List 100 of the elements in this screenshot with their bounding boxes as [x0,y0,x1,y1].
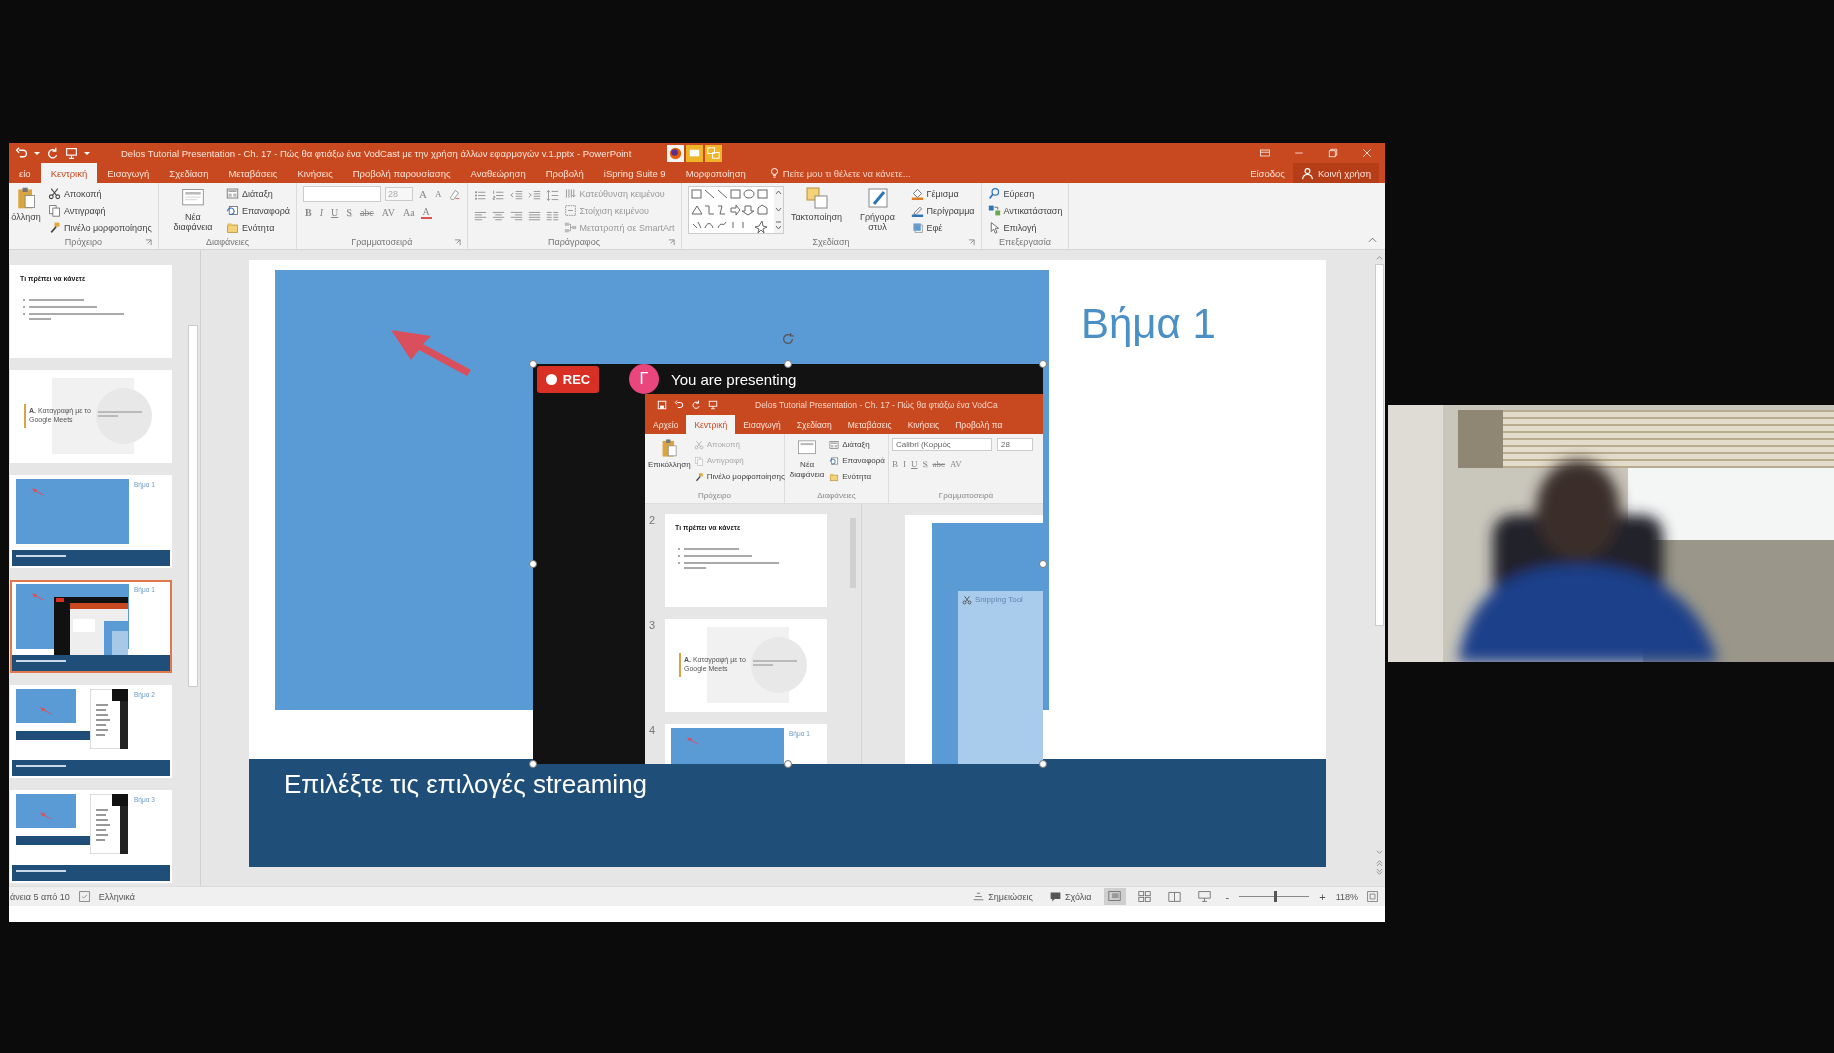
format-button[interactable]: S [344,207,354,218]
tell-me-field[interactable]: Πείτε μου τι θέλετε να κάνετε... [782,167,963,179]
ribbon-tab[interactable]: Αναθεώρηση [460,163,536,183]
caret-icon[interactable] [84,151,90,155]
indent-more-icon[interactable] [527,189,541,202]
ribbon-button[interactable]: Περίγραμμα [910,203,975,218]
next-slide-icon[interactable] [1374,869,1384,876]
zoom-out-button[interactable]: - [1223,890,1232,903]
ribbon-button[interactable]: Αντιγραφή [48,203,152,218]
dialog-launcher-icon[interactable] [453,238,461,246]
font-size-button[interactable]: A [433,189,444,199]
ribbon-tab[interactable]: Μεταβάσεις [218,163,288,183]
font-name-field[interactable] [303,186,382,202]
redo-icon[interactable] [46,146,59,160]
spellcheck-icon[interactable] [77,890,91,903]
ribbon-tab[interactable]: Κινήσεις [287,163,343,183]
indent-less-icon[interactable] [509,189,523,202]
scroll-down-icon[interactable] [1374,849,1384,856]
browser-icon[interactable] [667,144,684,162]
share-button[interactable]: Κοινή χρήση [1292,163,1379,183]
scrollbar[interactable] [185,250,201,886]
caret-icon[interactable] [34,151,40,155]
ribbon-tab[interactable]: Μορφοποίηση [675,163,756,183]
line-spacing-icon[interactable] [545,189,559,202]
format-button[interactable]: Aa [400,207,417,218]
resize-handle[interactable] [784,760,792,768]
ribbon-tab[interactable]: είο [9,163,41,183]
undo-icon[interactable] [15,146,28,160]
sign-in-link[interactable]: Είσοδος [1242,163,1293,183]
ribbon-button[interactable]: Ενότητα [225,220,291,235]
resize-handle[interactable] [529,760,537,768]
ribbon-tab[interactable]: Σχεδίαση [159,163,219,183]
ribbon-tab[interactable]: Προβολή [535,163,594,183]
presentation-icon[interactable] [65,146,78,160]
resize-handle[interactable] [1039,560,1047,568]
slider-thumb[interactable] [1274,891,1278,902]
ribbon-button[interactable]: Εύρεση [987,186,1063,201]
ribbon-tab[interactable]: Εισαγωγή [97,163,160,183]
quick-styles-button[interactable]: Γρήγορα στυλ [849,186,906,233]
app-icon[interactable] [705,144,722,162]
ribbon-button[interactable]: Αποκοπή [48,186,152,201]
ribbon-button[interactable]: Στοίχιση κειμένου [563,203,675,218]
dialog-launcher-icon[interactable] [667,238,675,246]
ribbon-button[interactable]: Γέμισμα [910,186,975,201]
clear-format-icon[interactable] [447,187,461,201]
bullets-icon[interactable] [473,189,487,202]
ribbon-tab[interactable]: Προβολή παρουσίασης [342,163,461,183]
format-button[interactable]: AV [379,207,397,218]
ribbon-tab[interactable]: Κεντρική [40,163,98,183]
fit-to-window-icon[interactable] [1366,890,1379,903]
resize-handle[interactable] [529,560,537,568]
restore-icon[interactable] [1327,147,1339,159]
arrange-button[interactable]: Τακτοποίηση [788,186,845,223]
ribbon-button[interactable]: Επιλογή [987,220,1063,235]
ribbon-button[interactable]: Κατεύθυνση κειμένου [563,186,675,201]
comments-button[interactable]: Σχόλια [1044,890,1096,903]
notes-button[interactable]: Σημειώσεις [968,890,1037,903]
align-right-icon[interactable] [509,210,523,223]
ribbon-button[interactable]: Διάταξη [225,186,291,201]
numbering-icon[interactable] [491,189,505,202]
zoom-in-button[interactable]: + [1317,890,1328,903]
resize-handle[interactable] [529,360,537,368]
previous-slide-icon[interactable] [1374,859,1384,866]
collapse-ribbon-icon[interactable] [1368,237,1377,243]
new-slide-button[interactable]: Νέα διαφάνεια [164,186,221,233]
paste-button[interactable]: όλληση [9,186,43,223]
language-label[interactable]: Ελληνικά [98,891,135,902]
align-center-icon[interactable] [491,210,505,223]
ribbon-tab[interactable]: iSpring Suite 9 [593,163,676,183]
screenshot-image[interactable] [533,364,1043,764]
command-label: Επαναφορά [829,454,885,467]
font-size-field[interactable]: 28 [385,187,414,201]
rotate-handle-icon[interactable] [781,332,795,346]
format-button[interactable]: abc [357,207,376,218]
resize-handle[interactable] [1039,360,1047,368]
ribbon-display-icon[interactable] [1259,147,1271,159]
font-size-button[interactable]: A [417,188,429,200]
format-button[interactable]: A [420,206,432,219]
dialog-launcher-icon[interactable] [967,238,975,246]
align-left-icon[interactable] [473,210,487,223]
format-button[interactable]: I [317,207,326,218]
format-button[interactable]: B [303,207,314,218]
scroll-up-icon[interactable] [1374,254,1384,261]
ribbon-button[interactable]: Αντικατάσταση [987,203,1063,218]
format-button[interactable]: U [329,207,341,218]
arrange-icon [804,186,829,210]
shapes-gallery[interactable] [687,186,784,234]
app-icon[interactable] [686,144,703,162]
columns-icon[interactable] [545,210,559,223]
ribbon-button[interactable]: Πινέλο μορφοποίησης [48,220,152,235]
close-icon[interactable] [1361,147,1373,159]
justify-icon[interactable] [527,210,541,223]
resize-handle[interactable] [784,360,792,368]
zoom-level[interactable]: 118% [1335,891,1358,902]
ribbon-button[interactable]: Εφέ [910,220,975,235]
resize-handle[interactable] [1039,760,1047,768]
ribbon-button[interactable]: Μετατροπή σε SmartArt [563,220,675,235]
ribbon-button[interactable]: Επαναφορά [225,203,291,218]
normal-view-button[interactable] [1103,888,1126,905]
dialog-launcher-icon[interactable] [144,238,152,246]
